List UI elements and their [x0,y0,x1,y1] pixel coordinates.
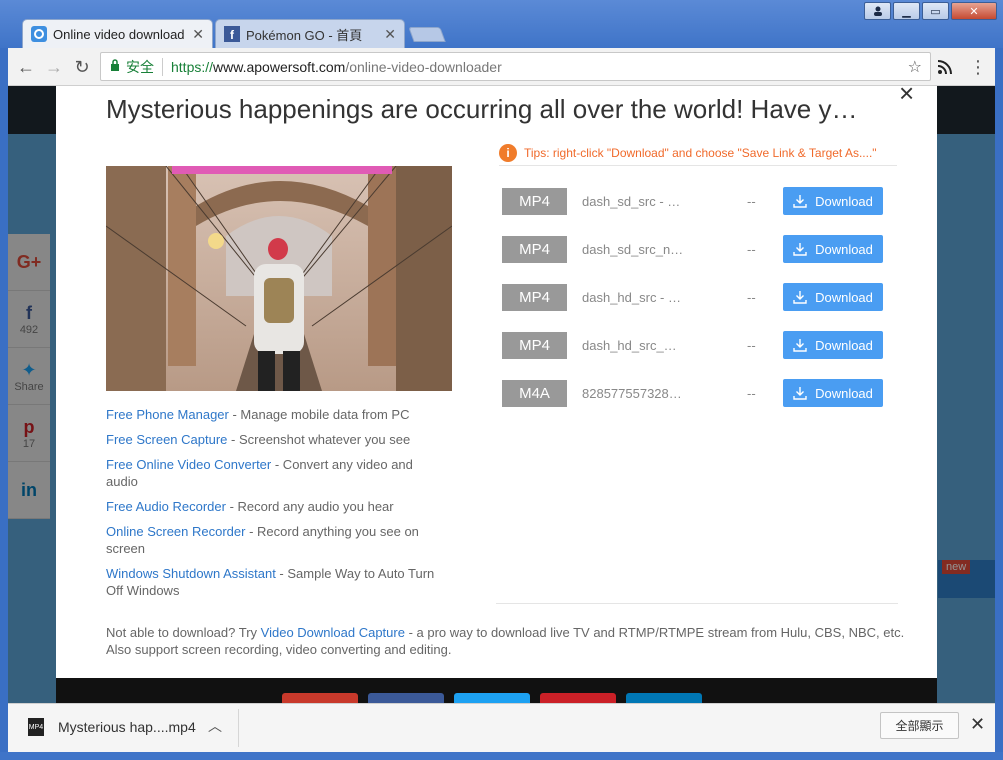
tool-item: Free Online Video Converter - Convert an… [106,457,413,489]
video-thumbnail [106,166,452,391]
footnote: Not able to download? Try Video Download… [106,625,905,657]
divider [496,603,898,604]
modal-close-icon[interactable]: × [899,78,914,109]
chevron-up-icon[interactable]: ︿ [208,716,222,736]
video-file-icon: MP4 [28,718,44,736]
maximize-button[interactable]: ▭ [922,2,949,20]
facebook-chip[interactable] [368,693,444,703]
file-size: -- [747,385,756,401]
google-plus-chip[interactable] [282,693,358,703]
window-frame [0,752,1003,760]
facebook-favicon-icon: f [224,26,240,42]
download-button[interactable]: Download [783,379,883,407]
file-name: dash_sd_src_n… [582,241,684,257]
url-host: www.apowersoft.com [213,58,346,75]
cast-icon[interactable] [933,55,957,79]
download-icon [793,291,807,304]
download-row: M4A 828577557328… -- Download [502,379,902,407]
tips-bar: i Tips: right-click "Download" and choos… [499,140,897,166]
download-button[interactable]: Download [783,235,883,263]
window-close-button[interactable]: ✕ [951,2,997,20]
tab-pokemon-go[interactable]: f Pokémon GO - 首頁 ✕ [215,19,405,48]
tab-title: Online video download [53,26,185,42]
back-arrow-icon[interactable]: ← [14,55,38,79]
tool-item: Free Screen Capture - Screenshot whateve… [106,432,411,447]
tool-item: Windows Shutdown Assistant - Sample Way … [106,566,435,598]
download-row: MP4 dash_hd_src_… -- Download [502,331,902,359]
tab-title: Pokémon GO - 首頁 [246,27,363,43]
download-icon [793,243,807,256]
file-size: -- [747,337,756,353]
file-name: dash_hd_src - … [582,289,681,305]
file-name: dash_sd_src - … [582,193,681,209]
show-all-button[interactable]: 全部顯示 [880,712,959,739]
tips-text: Tips: right-click "Download" and choose … [524,145,877,160]
tool-item: Free Audio Recorder - Record any audio y… [106,499,394,514]
user-profile-icon[interactable] [864,2,891,20]
download-shelf: MP4 Mysterious hap....mp4 ︿ 全部顯示 ✕ [8,703,995,752]
site-favicon-icon [31,26,47,42]
tab-online-video-downloader[interactable]: Online video download ✕ [22,19,213,48]
file-name: 828577557328… [582,385,682,401]
forward-arrow-icon[interactable]: → [42,55,66,79]
window-controls: ▁ ▭ ✕ [864,2,997,20]
pinterest-chip[interactable] [540,693,616,703]
file-size: -- [747,241,756,257]
download-button[interactable]: Download [783,331,883,359]
download-icon [793,195,807,208]
video-title: Mysterious happenings are occurring all … [106,94,858,124]
tool-link[interactable]: Windows Shutdown Assistant [106,566,276,581]
related-tools: Free Phone Manager - Manage mobile data … [106,406,446,607]
bookmark-star-icon[interactable]: ☆ [908,57,922,77]
tab-close-icon[interactable]: ✕ [192,26,204,43]
tab-close-icon[interactable]: ✕ [384,26,396,43]
file-name: dash_hd_src_… [582,337,677,353]
tool-link[interactable]: Free Audio Recorder [106,499,226,514]
downloaded-file[interactable]: MP4 Mysterious hap....mp4 [28,718,196,736]
lock-icon [110,59,120,74]
format-badge: M4A [502,379,567,407]
downloaded-file-name: Mysterious hap....mp4 [58,719,196,735]
download-button[interactable]: Download [783,283,883,311]
menu-kebab-icon[interactable]: ⋮ [966,55,990,79]
video-download-capture-link[interactable]: Video Download Capture [261,625,405,640]
info-icon: i [499,143,517,162]
reload-icon[interactable]: ↻ [70,55,94,79]
download-modal: × Mysterious happenings are occurring al… [56,78,937,678]
security-label: 安全 [126,58,154,75]
file-size: -- [747,193,756,209]
twitter-chip[interactable] [454,693,530,703]
download-row: MP4 dash_hd_src - … -- Download [502,283,902,311]
tool-link[interactable]: Online Screen Recorder [106,524,245,539]
shelf-close-icon[interactable]: ✕ [970,714,985,735]
tool-item: Free Phone Manager - Manage mobile data … [106,407,410,422]
minimize-button[interactable]: ▁ [893,2,920,20]
format-badge: MP4 [502,283,567,311]
tool-item: Online Screen Recorder - Record anything… [106,524,419,556]
address-bar[interactable]: 安全 https://www.apowersoft.com/online-vid… [100,52,931,81]
linkedin-chip[interactable] [626,693,702,703]
tool-link[interactable]: Free Screen Capture [106,432,227,447]
download-button[interactable]: Download [783,187,883,215]
download-row: MP4 dash_sd_src_n… -- Download [502,235,902,263]
url-path: /online-video-downloader [345,58,502,75]
download-icon [793,339,807,352]
share-bar [56,678,937,703]
format-badge: MP4 [502,331,567,359]
download-row: MP4 dash_sd_src - … -- Download [502,187,902,215]
new-tab-button[interactable] [408,27,446,42]
file-size: -- [747,289,756,305]
tool-link[interactable]: Free Phone Manager [106,407,229,422]
format-badge: MP4 [502,235,567,263]
tool-link[interactable]: Free Online Video Converter [106,457,271,472]
window-titlebar: Online video download ✕ f Pokémon GO - 首… [0,0,1003,48]
browser-toolbar: ← → ↻ 安全 https://www.apowersoft.com/onli… [8,48,995,86]
format-badge: MP4 [502,187,567,215]
download-icon [793,387,807,400]
url-scheme: https:// [171,58,214,75]
